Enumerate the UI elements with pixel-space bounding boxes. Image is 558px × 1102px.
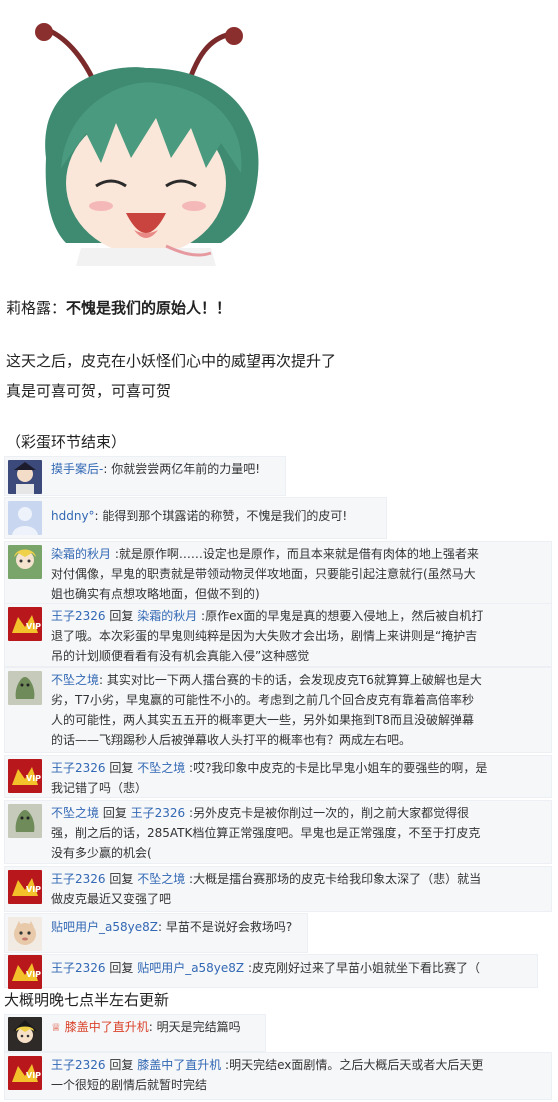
svg-text:VIP: VIP: [26, 885, 41, 894]
svg-text:VIP: VIP: [26, 622, 41, 631]
comment-username[interactable]: 膝盖中了直升机: [65, 1020, 149, 1034]
comment-item: hddny°: 能得到那个琪露诺的称赞，不愧是我们的皮可!: [4, 497, 387, 539]
speaker-name: 莉格露：: [6, 299, 67, 317]
reply-target[interactable]: 贴吧用户_a58ye8Z: [137, 961, 244, 975]
comment-text: 你就尝尝两亿年前的力量吧!: [111, 462, 261, 476]
comment-item: VIP 王子2326 回复 不坠之境 :大概是擂台赛那场的皮克卡给我印象太深了（…: [4, 866, 552, 912]
comment-body: 王子2326 回复 膝盖中了直升机 :明天完结ex面剧情。之后大概后天或者大后天…: [51, 1058, 484, 1092]
comment-body: 王子2326 回复 染霜的秋月 :原作ex面的早鬼是真的想要入侵地上，然后被自机…: [51, 609, 484, 663]
avatar[interactable]: [8, 804, 42, 838]
svg-text:VIP: VIP: [26, 774, 41, 783]
update-note: 大概明晚七点半左右更新: [4, 991, 170, 1009]
comment-item: 不坠之境 回复 王子2326 :另外皮克卡是被你削过一次的，削之前大家都觉得很 …: [4, 800, 552, 864]
avatar[interactable]: [8, 671, 42, 705]
reply-target[interactable]: 王子2326: [131, 806, 186, 820]
comment-item: 摸手案后-: 你就尝尝两亿年前的力量吧!: [4, 456, 286, 496]
reply-target[interactable]: 不坠之境: [137, 872, 185, 886]
speech-text: 不愧是我们的原始人！！: [66, 299, 232, 317]
comment-text: 早苗不是说好会救场吗?: [165, 920, 293, 934]
avatar[interactable]: VIP: [8, 759, 42, 793]
comment-username[interactable]: 摸手案后-: [51, 462, 103, 476]
comment-body: 王子2326 回复 贴吧用户_a58ye8Z :皮克刚好过来了早苗小姐就坐下看比…: [51, 961, 481, 975]
character-illustration: [6, 8, 276, 266]
avatar[interactable]: VIP: [8, 607, 42, 641]
reply-target[interactable]: 膝盖中了直升机: [137, 1058, 221, 1072]
comment-text: 明天是完结篇吗: [156, 1020, 241, 1034]
end-note: （彩蛋环节结束）: [6, 433, 127, 451]
comment-item: VIP 王子2326 回复 膝盖中了直升机 :明天完结ex面剧情。之后大概后天或…: [4, 1052, 552, 1100]
reply-target[interactable]: 染霜的秋月: [137, 609, 197, 623]
comment-username[interactable]: 王子2326: [51, 872, 106, 886]
comment-body: 染霜的秋月 :就是原作啊……设定也是原作，而且本来就是借有肉体的地上强者来 对付…: [51, 547, 479, 601]
comment-body: 摸手案后-: 你就尝尝两亿年前的力量吧!: [51, 462, 261, 476]
avatar[interactable]: [8, 1017, 42, 1051]
comment-item: VIP 王子2326 回复 贴吧用户_a58ye8Z :皮克刚好过来了早苗小姐就…: [4, 954, 538, 989]
comment-body: 不坠之境: 其实对比一下两人擂台赛的卡的话，会发现皮克T6就算算上破解也是大 劣…: [51, 673, 482, 747]
avatar[interactable]: [8, 917, 42, 951]
svg-text:VIP: VIP: [26, 970, 41, 979]
story-line-2: 真是可喜可贺，可喜可贺: [6, 382, 172, 400]
comment-body: 王子2326 回复 不坠之境 :大概是擂台赛那场的皮克卡给我印象太深了（悲）就当…: [51, 872, 482, 906]
comment-username[interactable]: 不坠之境: [51, 806, 99, 820]
crown-icon: ♕: [51, 1021, 61, 1034]
comment-username[interactable]: 不坠之境: [51, 673, 99, 687]
avatar[interactable]: [8, 460, 42, 494]
comment-username[interactable]: hddny°: [51, 509, 95, 523]
comment-body: 王子2326 回复 不坠之境 :哎?我印象中皮克的卡是比早鬼小姐车的要强些的啊，…: [51, 761, 488, 795]
comment-body: 贴吧用户_a58ye8Z: 早苗不是说好会救场吗?: [51, 920, 293, 934]
svg-text:VIP: VIP: [26, 1071, 41, 1080]
comment-item: 不坠之境: 其实对比一下两人擂台赛的卡的话，会发现皮克T6就算算上破解也是大 劣…: [4, 667, 552, 753]
comment-item: ♕ 膝盖中了直升机: 明天是完结篇吗: [4, 1014, 266, 1052]
avatar[interactable]: [8, 501, 42, 535]
comment-body: hddny°: 能得到那个琪露诺的称赞，不愧是我们的皮可!: [51, 509, 348, 523]
avatar[interactable]: VIP: [8, 955, 42, 989]
comment-text: 能得到那个琪露诺的称赞，不愧是我们的皮可!: [102, 509, 348, 523]
comment-item: 染霜的秋月 :就是原作啊……设定也是原作，而且本来就是借有肉体的地上强者来 对付…: [4, 541, 552, 605]
comment-username[interactable]: 王子2326: [51, 609, 106, 623]
comment-item: VIP 王子2326 回复 不坠之境 :哎?我印象中皮克的卡是比早鬼小姐车的要强…: [4, 755, 552, 798]
dialogue-line: 莉格露：不愧是我们的原始人！！: [6, 298, 231, 318]
avatar[interactable]: [8, 545, 42, 579]
story-line-1: 这天之后，皮克在小妖怪们心中的威望再次提升了: [6, 352, 337, 370]
comment-username[interactable]: 染霜的秋月: [51, 547, 111, 561]
comment-username[interactable]: 王子2326: [51, 761, 106, 775]
comment-username[interactable]: 王子2326: [51, 1058, 106, 1072]
avatar[interactable]: VIP: [8, 1056, 42, 1090]
comment-username[interactable]: 贴吧用户_a58ye8Z: [51, 920, 158, 934]
comment-item: 贴吧用户_a58ye8Z: 早苗不是说好会救场吗?: [4, 913, 308, 953]
avatar[interactable]: VIP: [8, 870, 42, 904]
comment-item: VIP 王子2326 回复 染霜的秋月 :原作ex面的早鬼是真的想要入侵地上，然…: [4, 603, 552, 667]
reply-target[interactable]: 不坠之境: [137, 761, 185, 775]
comment-body: 不坠之境 回复 王子2326 :另外皮克卡是被你削过一次的，削之前大家都觉得很 …: [51, 806, 481, 860]
comment-body: ♕ 膝盖中了直升机: 明天是完结篇吗: [51, 1020, 241, 1034]
comment-text: 皮克刚好过来了早苗小姐就坐下看比赛了（: [252, 961, 481, 975]
comment-username[interactable]: 王子2326: [51, 961, 106, 975]
